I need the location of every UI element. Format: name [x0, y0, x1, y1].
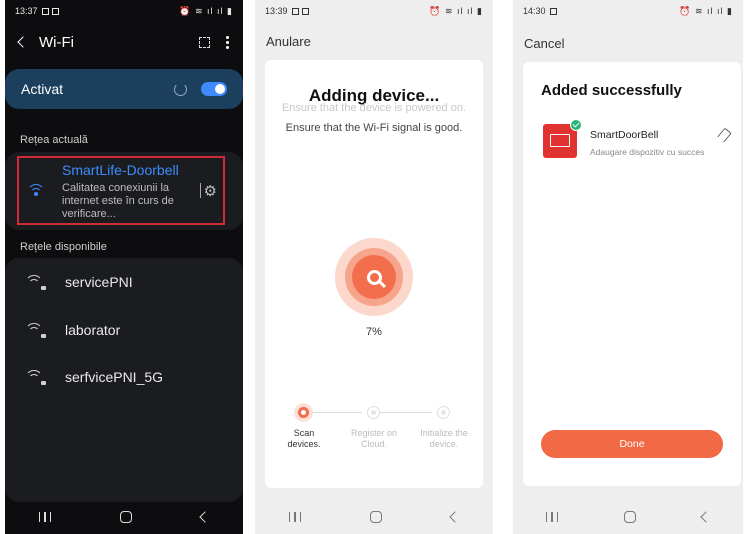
progress-card: Adding device... Ensure that the device … — [265, 60, 483, 488]
available-networks-heading: Rețele disponibile — [20, 241, 107, 253]
progress-percent: 7% — [366, 326, 382, 338]
done-button[interactable]: Done — [541, 430, 723, 458]
status-bar: 14:30 ⏰ ≋ ıl ıl ▮ — [513, 0, 743, 22]
home-icon[interactable] — [119, 511, 132, 523]
back-nav-icon[interactable] — [700, 511, 712, 523]
back-nav-icon[interactable] — [198, 511, 211, 523]
back-nav-icon[interactable] — [448, 511, 461, 523]
hint-faded: Ensure that the device is powered on. — [281, 102, 467, 114]
current-network-status: Calitatea conexiunii la internet este în… — [62, 182, 174, 220]
home-icon[interactable] — [624, 511, 636, 523]
wifi-locked-icon — [25, 370, 46, 385]
doorbell-device-icon — [543, 119, 582, 158]
wifi-toggle-bar[interactable]: Activat — [5, 69, 243, 109]
system-nav-bar — [5, 500, 243, 534]
signal-battery-icons: ⏰ ≋ ıl ıl ▮ — [179, 5, 233, 16]
wifi-settings-screen: 13:37 ⏰ ≋ ıl ıl ▮ Wi-Fi Activat Rețea ac… — [5, 0, 243, 534]
network-row[interactable]: serfvicePNI_5G — [5, 362, 243, 392]
signal-battery-icons: ⏰ ≋ ıl ıl ▮ — [679, 5, 733, 16]
wifi-locked-icon — [25, 275, 46, 290]
status-bar: 13:39 ⏰ ≋ ıl ıl ▮ — [255, 0, 493, 22]
current-network-heading: Rețea actuală — [20, 134, 88, 146]
device-name: SmartDoorBell — [590, 129, 659, 141]
system-nav-bar — [513, 500, 743, 534]
loading-spinner-icon — [174, 82, 187, 96]
scan-animation — [335, 238, 413, 316]
recents-icon[interactable] — [39, 512, 52, 522]
progress-steps: Scan devices. Register on Cloud. Initial… — [287, 406, 468, 476]
page-title: Added successfully — [541, 82, 682, 99]
back-icon[interactable] — [17, 36, 29, 48]
step-label: Register on Cloud. — [350, 428, 398, 449]
wifi-connected-icon — [27, 184, 45, 198]
hint-text: Ensure that the Wi-Fi signal is good. — [285, 122, 463, 134]
available-networks-card: servicePNI laborator serfvicePNI_5G — [5, 258, 243, 502]
wifi-toggle-label: Activat — [21, 81, 64, 97]
recents-icon[interactable] — [546, 512, 558, 522]
network-name: laborator — [65, 322, 121, 338]
gear-icon[interactable]: ⚙ — [204, 182, 217, 200]
status-time: 13:37 — [15, 6, 38, 16]
search-icon — [366, 269, 382, 285]
step-dot — [367, 406, 380, 419]
step-label: Scan devices. — [287, 428, 321, 449]
step-dot — [437, 406, 450, 419]
result-card: Added successfully SmartDoorBell Adaugar… — [523, 62, 741, 486]
app-notification-icon — [301, 7, 309, 15]
cancel-button[interactable]: Anulare — [266, 34, 311, 49]
status-bar: 13:37 ⏰ ≋ ıl ıl ▮ — [5, 0, 243, 22]
app-notification-icon — [51, 7, 59, 15]
page-title: Wi-Fi — [39, 33, 74, 51]
gallery-notification-icon — [291, 7, 299, 15]
home-icon[interactable] — [369, 511, 382, 523]
wifi-locked-icon — [25, 323, 46, 338]
wifi-toggle-switch[interactable] — [201, 82, 227, 96]
current-network-card[interactable]: SmartLife-Doorbell Calitatea conexiunii … — [5, 152, 243, 230]
network-row[interactable]: servicePNI — [5, 267, 243, 297]
status-time: 13:39 — [265, 6, 288, 16]
network-row[interactable]: laborator — [5, 315, 243, 345]
added-successfully-screen: 14:30 ⏰ ≋ ıl ıl ▮ Cancel Added successfu… — [513, 0, 743, 534]
current-network-name: SmartLife-Doorbell — [62, 162, 179, 178]
system-nav-bar — [255, 500, 493, 534]
success-check-icon — [570, 119, 582, 131]
gallery-notification-icon — [549, 7, 557, 15]
step-dot — [297, 406, 310, 419]
cancel-button[interactable]: Cancel — [524, 36, 564, 51]
signal-battery-icons: ⏰ ≋ ıl ıl ▮ — [429, 5, 483, 16]
qr-scan-icon[interactable] — [199, 36, 210, 48]
gallery-notification-icon — [41, 7, 49, 15]
device-subtitle: Adaugare dispozitiv cu succes — [590, 147, 705, 157]
more-options-icon[interactable] — [226, 35, 229, 49]
network-name: servicePNI — [65, 274, 133, 290]
status-time: 14:30 — [523, 6, 546, 16]
step-label: Initialize the device. — [420, 428, 468, 449]
network-name: serfvicePNI_5G — [65, 369, 164, 385]
app-bar: Wi-Fi — [5, 28, 243, 56]
recents-icon[interactable] — [289, 512, 302, 522]
divider — [200, 183, 201, 198]
adding-device-screen: 13:39 ⏰ ≋ ıl ıl ▮ Anulare Adding device.… — [255, 0, 493, 534]
edit-pencil-icon[interactable] — [717, 127, 732, 143]
